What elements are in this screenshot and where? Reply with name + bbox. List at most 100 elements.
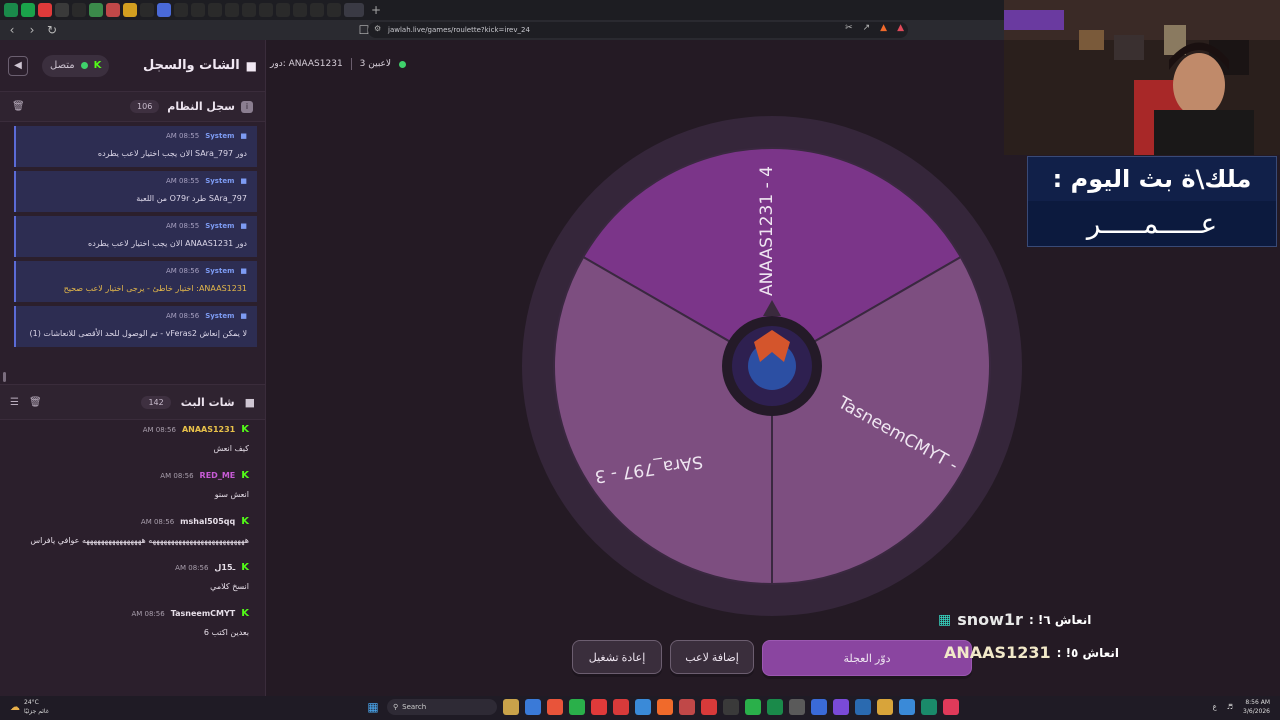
chat-username[interactable]: ـ15ل [214,563,235,572]
spin-wheel-button[interactable]: دوّر العجلة [762,640,972,676]
browser-tab-favicon-icon[interactable] [191,3,205,17]
system-log-list[interactable]: ■ System 08:55 AM دور SAra_797 الان يجب اخت… [0,122,265,384]
new-tab-plus-icon[interactable]: + [371,3,381,17]
chat-username[interactable]: TasneemCMYT [171,609,236,618]
browser-tab-favicon-icon[interactable] [225,3,239,17]
chat-text: بعدين اكتب 6 [203,628,249,637]
share-icon[interactable]: ↗ [863,23,871,33]
browser-tab-favicon-icon[interactable] [106,3,120,17]
taskbar-app-icon[interactable] [569,699,585,715]
browser-tab-favicon-icon[interactable] [327,3,341,17]
align-icon[interactable]: ☰ [10,397,19,408]
restart-button[interactable]: إعادة تشغيل [572,640,662,674]
lang-indicator[interactable]: ع [1213,703,1217,711]
browser-tab-favicon-icon[interactable] [140,3,154,17]
revive-2-name: ANAAS1231 [944,643,1051,662]
chat-time: 08:56 AM [160,471,194,480]
rewards-icon[interactable]: ▲ [897,23,904,33]
collapse-sidebar-button[interactable]: ◀ [8,55,28,76]
address-bar-actions: ✂ ↗ ▲ ▲ [845,23,904,33]
taskbar-app-icon[interactable] [525,699,541,715]
browser-tab-favicon-icon[interactable] [157,3,171,17]
taskbar-app-icon[interactable] [701,699,717,715]
taskbar-app-icon[interactable] [613,699,629,715]
weather-widget[interactable]: ☁ 24°C غائم جزئيًا [10,698,49,716]
taskbar-app-icon[interactable] [855,699,871,715]
chat-username[interactable]: mshal505qq [180,517,235,526]
taskbar-app-icon[interactable] [745,699,761,715]
chat-message: K ـ15ل 08:56 AM انسخ كلامي [12,562,249,594]
king-name: عـــــمـــــر [1028,201,1276,246]
browser-tab-favicon-icon[interactable] [123,3,137,17]
clear-log-trash-icon[interactable]: 🗑 [12,101,25,112]
chat-meta: Kmshal505qq 08:56 AM [12,516,249,527]
browser-tab-favicon-icon[interactable] [21,3,35,17]
log-scrollbar[interactable] [3,372,6,382]
volume-icon[interactable]: ♬ [1227,703,1233,711]
taskbar-app-icon[interactable] [635,699,651,715]
reload-icon[interactable]: ↻ [44,23,60,37]
clear-chat-trash-icon[interactable]: 🗑 [29,397,42,408]
browser-tab-favicon-icon[interactable] [293,3,307,17]
taskbar-app-icon[interactable] [547,699,563,715]
browser-tab-favicon-icon[interactable] [208,3,222,17]
brave-shield-icon[interactable]: ▲ [880,23,887,33]
system-log-item: ■ System 08:55 AM دور SAra_797 الان يجب اخت… [14,126,257,167]
roulette-wheel[interactable]: ANAAS1231 - 4TasneemCMYT - 6SAra_797 - 3 [517,101,1022,616]
browser-tab-favicon-icon[interactable] [89,3,103,17]
taskbar-app-icon[interactable] [833,699,849,715]
webcam-image [1004,0,1280,155]
forward-icon[interactable]: › [24,23,40,37]
revive-1-name: snow1r [957,610,1023,629]
browser-tab-favicon-icon[interactable] [55,3,69,17]
browser-tab-favicon-icon[interactable] [259,3,273,17]
chat-time: 08:56 AM [142,425,176,434]
taskbar-app-icon[interactable] [899,699,915,715]
revive-1-label: انعاش ٦! : [1028,612,1092,627]
chat-message: K ANAAS1231 08:56 AM كيف انعش [12,424,249,456]
add-player-button[interactable]: إضافة لاعب [670,640,754,674]
taskbar-app-icon[interactable] [591,699,607,715]
log-meta: ■ System 08:55 AM [26,222,247,230]
site-info-icon[interactable]: ⚙ [374,24,381,33]
log-text: لا يمكن إنعاش vFeras2 - تم الوصول للحد ا… [29,329,247,338]
system-icon: ■ [240,267,247,275]
taskbar-app-icon[interactable] [811,699,827,715]
taskbar-app-icon[interactable] [921,699,937,715]
chat-meta: K RED_ME 08:56 AM [12,470,249,481]
url-field[interactable]: ⚙ jawlah.live/games/roulette?kick=irev_2… [368,22,908,38]
chat-username[interactable]: ANAAS1231 [182,425,235,434]
taskbar-app-icon[interactable] [767,699,783,715]
stream-chat-list[interactable]: K ANAAS1231 08:56 AM كيف انعش K RED_ME 08:56 A… [0,420,265,640]
taskbar-app-icon[interactable] [657,699,673,715]
browser-tab-favicon-icon[interactable] [38,3,52,17]
taskbar-app-icon[interactable] [723,699,739,715]
address-bar-row: ‹ › ↻ ☐ ⚙ jawlah.live/games/roulette?kic… [0,20,1004,40]
browser-tab-favicon-icon[interactable] [344,3,364,17]
taskbar-apps: ▦ ⚲ Search [365,699,959,715]
browser-tab-favicon-icon[interactable] [276,3,290,17]
stream-chat-title: شات البث [180,395,235,409]
log-meta: ■ System 08:56 AM [26,267,247,275]
browser-tab-favicon-icon[interactable] [174,3,188,17]
clock[interactable]: 8:56 AM 3/6/2026 [1243,698,1270,716]
taskbar-app-icon[interactable] [877,699,893,715]
chat-username[interactable]: RED_ME [200,471,236,480]
browser-tab-favicon-icon[interactable] [242,3,256,17]
log-sender: System [205,177,235,185]
browser-tab-favicon-icon[interactable] [4,3,18,17]
taskbar-app-icon[interactable] [503,699,519,715]
revive-notice-2: انعاش ٥! : ANAAS1231 [944,643,1119,662]
taskbar-search[interactable]: ⚲ Search [387,699,497,715]
browser-tab-favicon-icon[interactable] [72,3,86,17]
windows-taskbar: ☁ 24°C غائم جزئيًا ▦ ⚲ Search ع ♬ 8:56 A… [0,696,1280,720]
start-windows-icon[interactable]: ▦ [365,699,381,715]
log-time: 08:55 AM [165,177,200,185]
translate-icon[interactable]: ✂ [845,23,853,33]
back-icon[interactable]: ‹ [4,23,20,37]
taskbar-app-icon[interactable] [789,699,805,715]
divider [350,58,352,70]
taskbar-app-icon[interactable] [679,699,695,715]
taskbar-app-icon[interactable] [943,699,959,715]
browser-tab-favicon-icon[interactable] [310,3,324,17]
